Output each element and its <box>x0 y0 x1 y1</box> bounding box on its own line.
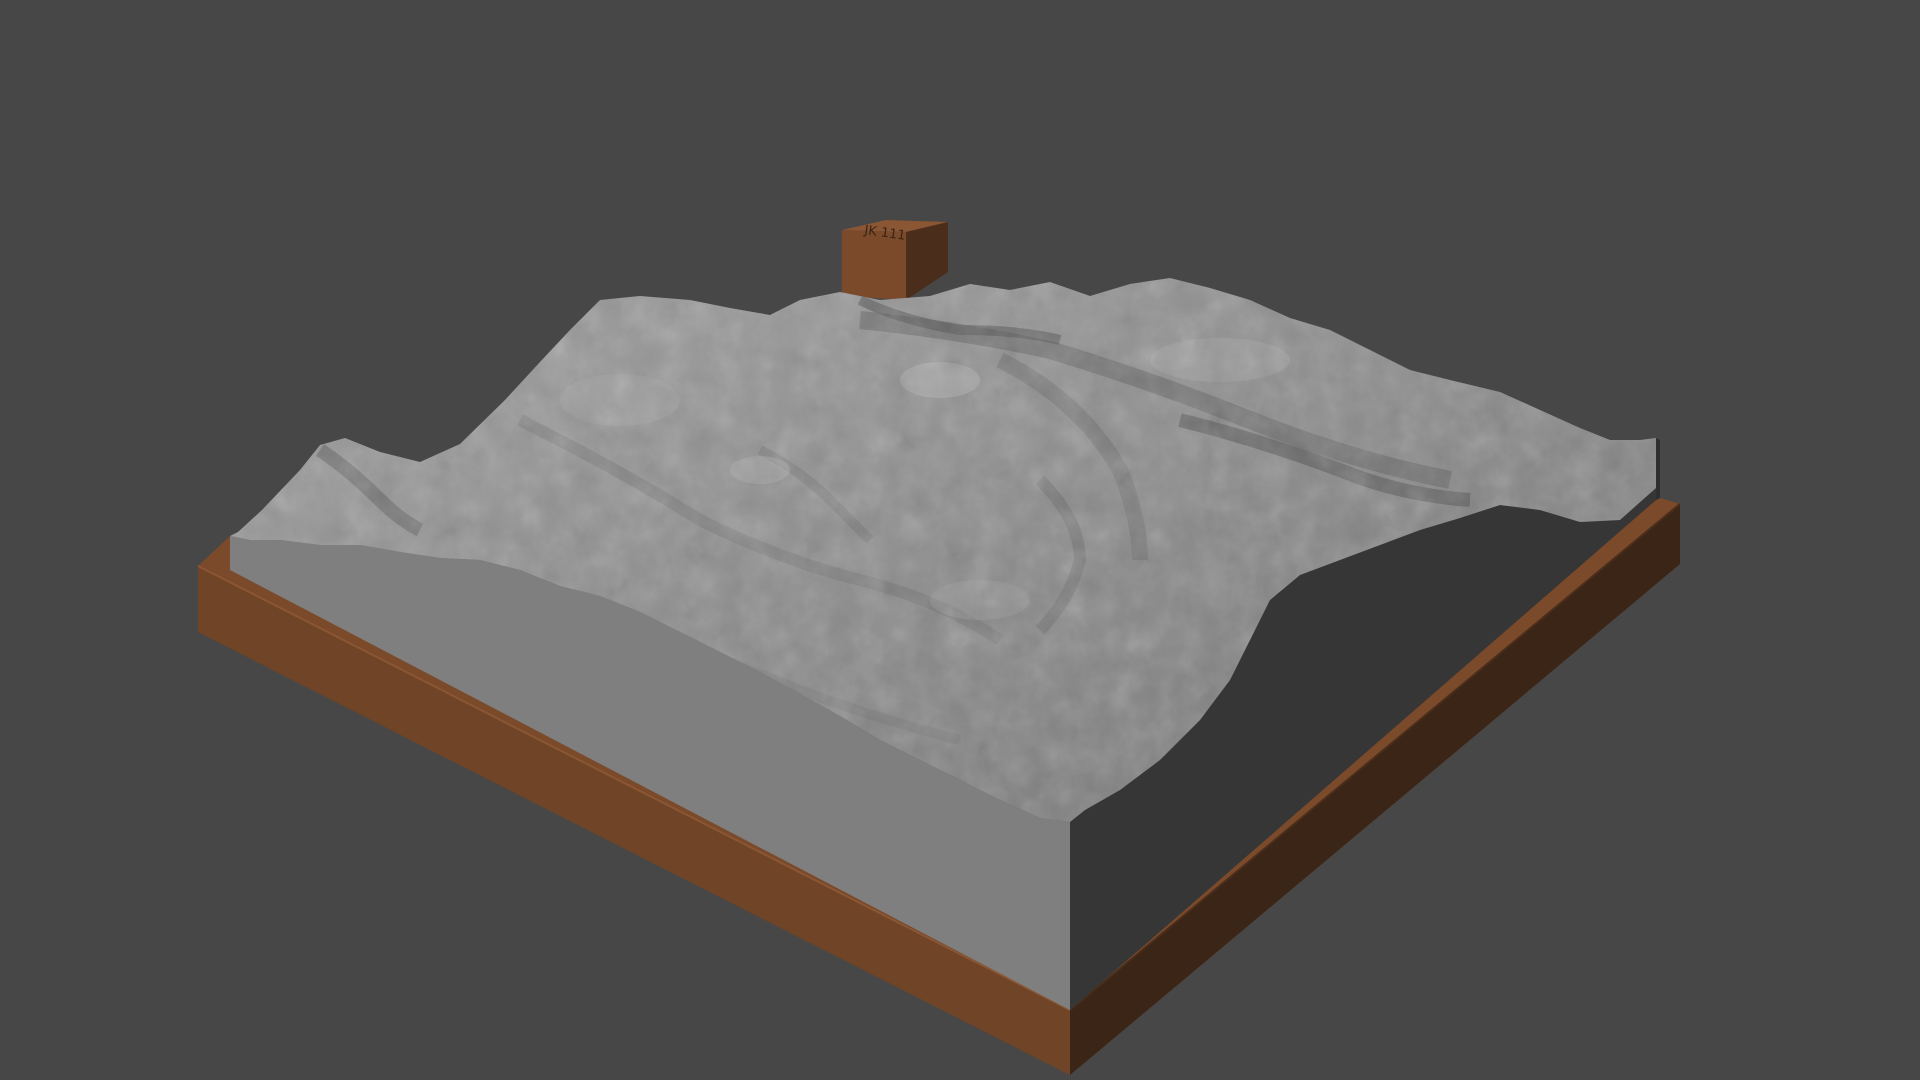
3d-viewport[interactable]: JK 111 <box>0 0 1920 1080</box>
scene-render: JK 111 <box>197 220 1681 1075</box>
marker-cube: JK 111 <box>842 220 948 300</box>
marker-side <box>906 222 948 300</box>
